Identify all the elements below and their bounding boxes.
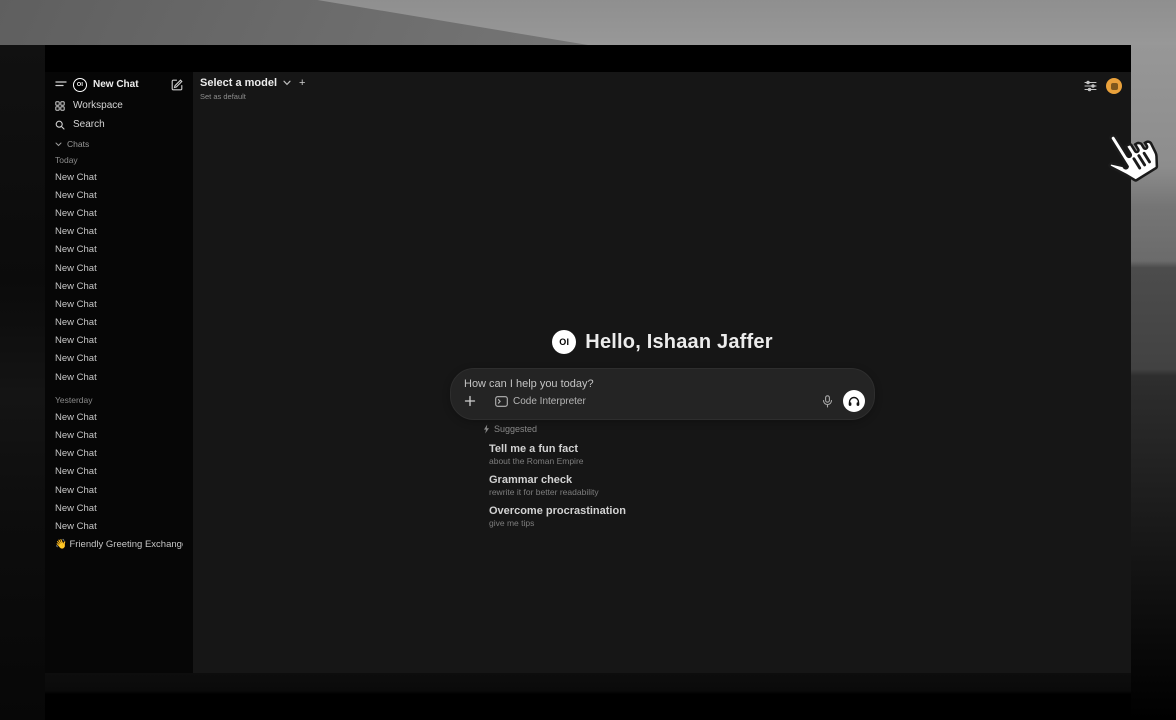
attach-plus-icon[interactable]	[464, 395, 476, 407]
suggestion-title: Tell me a fun fact	[489, 442, 875, 456]
chat-item[interactable]: New Chat	[55, 241, 183, 259]
set-as-default-button[interactable]: Set as default	[200, 92, 305, 101]
suggestion-subtitle: rewrite it for better readability	[489, 487, 875, 498]
add-model-button[interactable]: +	[299, 77, 305, 89]
greeting-row: OI Hello, Ishaan Jaffer	[450, 330, 875, 354]
sidebar: OI New Chat Workspace Search	[45, 72, 193, 673]
microphone-icon[interactable]	[822, 395, 833, 408]
chat-item[interactable]: New Chat	[55, 463, 183, 481]
sidebar-title: New Chat	[93, 79, 165, 90]
terminal-icon	[495, 396, 508, 407]
greeting-text: Hello, Ishaan Jaffer	[585, 331, 772, 354]
chat-item[interactable]: New Chat	[55, 204, 183, 222]
screenshot-stage: OI New Chat Workspace Search	[0, 0, 1176, 720]
suggestion-subtitle: about the Roman Empire	[489, 456, 875, 467]
suggestion-subtitle: give me tips	[489, 518, 875, 529]
code-interpreter-label: Code Interpreter	[513, 396, 586, 407]
code-interpreter-toggle[interactable]: Code Interpreter	[495, 396, 586, 407]
header-actions	[1084, 78, 1122, 94]
chat-item[interactable]: New Chat	[55, 499, 183, 517]
chat-item[interactable]: New Chat	[55, 259, 183, 277]
sidebar-header: OI New Chat	[55, 73, 183, 96]
chat-item[interactable]: New Chat	[55, 350, 183, 368]
chat-item[interactable]: New Chat	[55, 168, 183, 186]
model-selector[interactable]: Select a model	[200, 77, 277, 89]
voice-call-button[interactable]	[843, 390, 865, 412]
chat-item[interactable]: 👋 Friendly Greeting Exchange	[55, 536, 183, 554]
message-input-placeholder[interactable]: How can I help you today?	[464, 378, 594, 390]
chat-item[interactable]: New Chat	[55, 426, 183, 444]
chat-item[interactable]: New Chat	[55, 223, 183, 241]
message-composer[interactable]: How can I help you today? Code Interpret…	[450, 368, 875, 420]
chevron-down-icon[interactable]	[283, 80, 291, 86]
desktop-wallpaper-right	[1131, 45, 1176, 720]
chat-item[interactable]: New Chat	[55, 186, 183, 204]
sidebar-item-workspace[interactable]: Workspace	[55, 96, 183, 115]
suggested-label: Suggested	[494, 424, 537, 434]
suggested-header: Suggested	[483, 422, 875, 436]
suggested-section: Suggested Tell me a fun fact about the R…	[450, 422, 875, 529]
sidebar-toggle-icon[interactable]	[55, 80, 67, 90]
chat-item[interactable]: New Chat	[55, 277, 183, 295]
chats-section-label: Chats	[67, 139, 89, 149]
suggestion-title: Grammar check	[489, 473, 875, 487]
spark-icon	[483, 424, 490, 434]
chat-item[interactable]: New Chat	[55, 481, 183, 499]
desktop-wallpaper-bottom	[45, 673, 1131, 720]
welcome-panel: OI Hello, Ishaan Jaffer How can I help y…	[450, 330, 875, 529]
chat-group-label-yesterday: Yesterday	[55, 392, 183, 408]
chat-item[interactable]: New Chat	[55, 517, 183, 535]
chats-section-toggle[interactable]: Chats	[55, 136, 183, 152]
chat-item[interactable]: New Chat	[55, 368, 183, 386]
composer-toolbar: Code Interpreter	[464, 390, 865, 412]
new-chat-icon[interactable]	[171, 79, 183, 91]
app-logo: OI	[552, 330, 576, 354]
desktop-wallpaper-top	[0, 0, 1176, 45]
suggestion-item[interactable]: Tell me a fun fact about the Roman Empir…	[483, 442, 875, 467]
chat-item[interactable]: New Chat	[55, 295, 183, 313]
headphones-icon	[848, 396, 860, 407]
controls-sliders-icon[interactable]	[1084, 80, 1097, 92]
chevron-down-icon	[55, 142, 62, 147]
sidebar-item-label: Workspace	[73, 100, 123, 111]
chat-group-label-today: Today	[55, 152, 183, 168]
chat-item[interactable]: New Chat	[55, 445, 183, 463]
suggestion-item[interactable]: Overcome procrastination give me tips	[483, 504, 875, 529]
suggestion-title: Overcome procrastination	[489, 504, 875, 518]
chat-item[interactable]: New Chat	[55, 408, 183, 426]
suggestion-item[interactable]: Grammar check rewrite it for better read…	[483, 473, 875, 498]
workspace-icon	[55, 101, 65, 111]
app-logo: OI	[73, 78, 87, 92]
sidebar-item-search[interactable]: Search	[55, 115, 183, 134]
main-area: Select a model + Set as default OI Hello…	[193, 72, 1131, 673]
window-titlebar	[45, 45, 1131, 72]
chat-item[interactable]: New Chat	[55, 314, 183, 332]
sidebar-item-label: Search	[73, 119, 105, 130]
app-window: OI New Chat Workspace Search	[45, 45, 1131, 673]
search-icon	[55, 120, 65, 130]
chat-item[interactable]: New Chat	[55, 332, 183, 350]
model-selector-bar: Select a model + Set as default	[200, 77, 305, 101]
user-avatar[interactable]	[1106, 78, 1122, 94]
desktop-wallpaper-left	[0, 45, 45, 720]
